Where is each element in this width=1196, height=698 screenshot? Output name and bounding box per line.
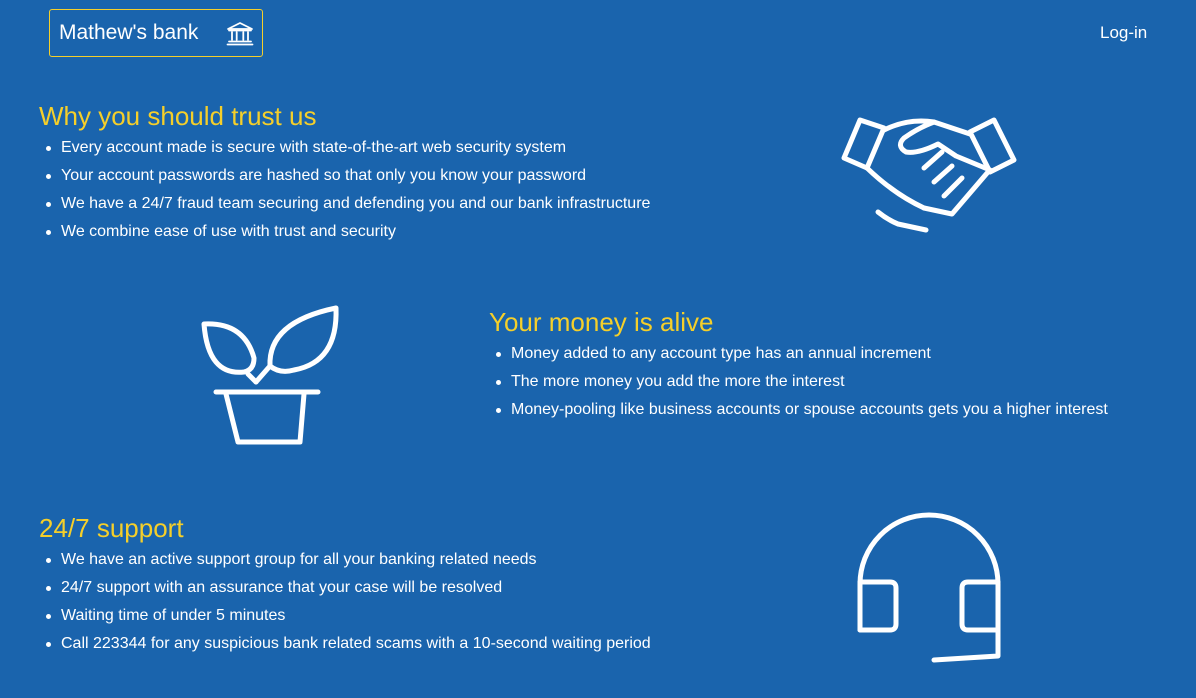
section-title-support: 24/7 support <box>39 513 184 543</box>
headset-icon <box>854 510 1004 670</box>
list-item: Call 223344 for any suspicious bank rela… <box>39 630 651 658</box>
brand-logo-button[interactable]: Mathew's bank <box>49 9 263 57</box>
plant-pot-icon <box>198 302 342 450</box>
section-title-money: Your money is alive <box>489 307 714 337</box>
login-link[interactable]: Log-in <box>1100 23 1147 43</box>
list-item: We have an active support group for all … <box>39 546 651 574</box>
list-item: Money added to any account type has an a… <box>489 340 1108 368</box>
list-item: Every account made is secure with state-… <box>39 134 650 162</box>
list-item: 24/7 support with an assurance that your… <box>39 574 651 602</box>
brand-name: Mathew's bank <box>59 21 199 44</box>
support-points-list: We have an active support group for all … <box>39 546 651 658</box>
handshake-icon <box>838 112 1022 238</box>
list-item: Money-pooling like business accounts or … <box>489 396 1108 424</box>
list-item: The more money you add the more the inte… <box>489 368 1108 396</box>
bank-icon <box>226 21 254 46</box>
list-item: We have a 24/7 fraud team securing and d… <box>39 190 650 218</box>
money-points-list: Money added to any account type has an a… <box>489 340 1108 424</box>
list-item: We combine ease of use with trust and se… <box>39 218 650 246</box>
list-item: Waiting time of under 5 minutes <box>39 602 651 630</box>
list-item: Your account passwords are hashed so tha… <box>39 162 650 190</box>
trust-points-list: Every account made is secure with state-… <box>39 134 650 246</box>
section-title-trust: Why you should trust us <box>39 101 317 131</box>
